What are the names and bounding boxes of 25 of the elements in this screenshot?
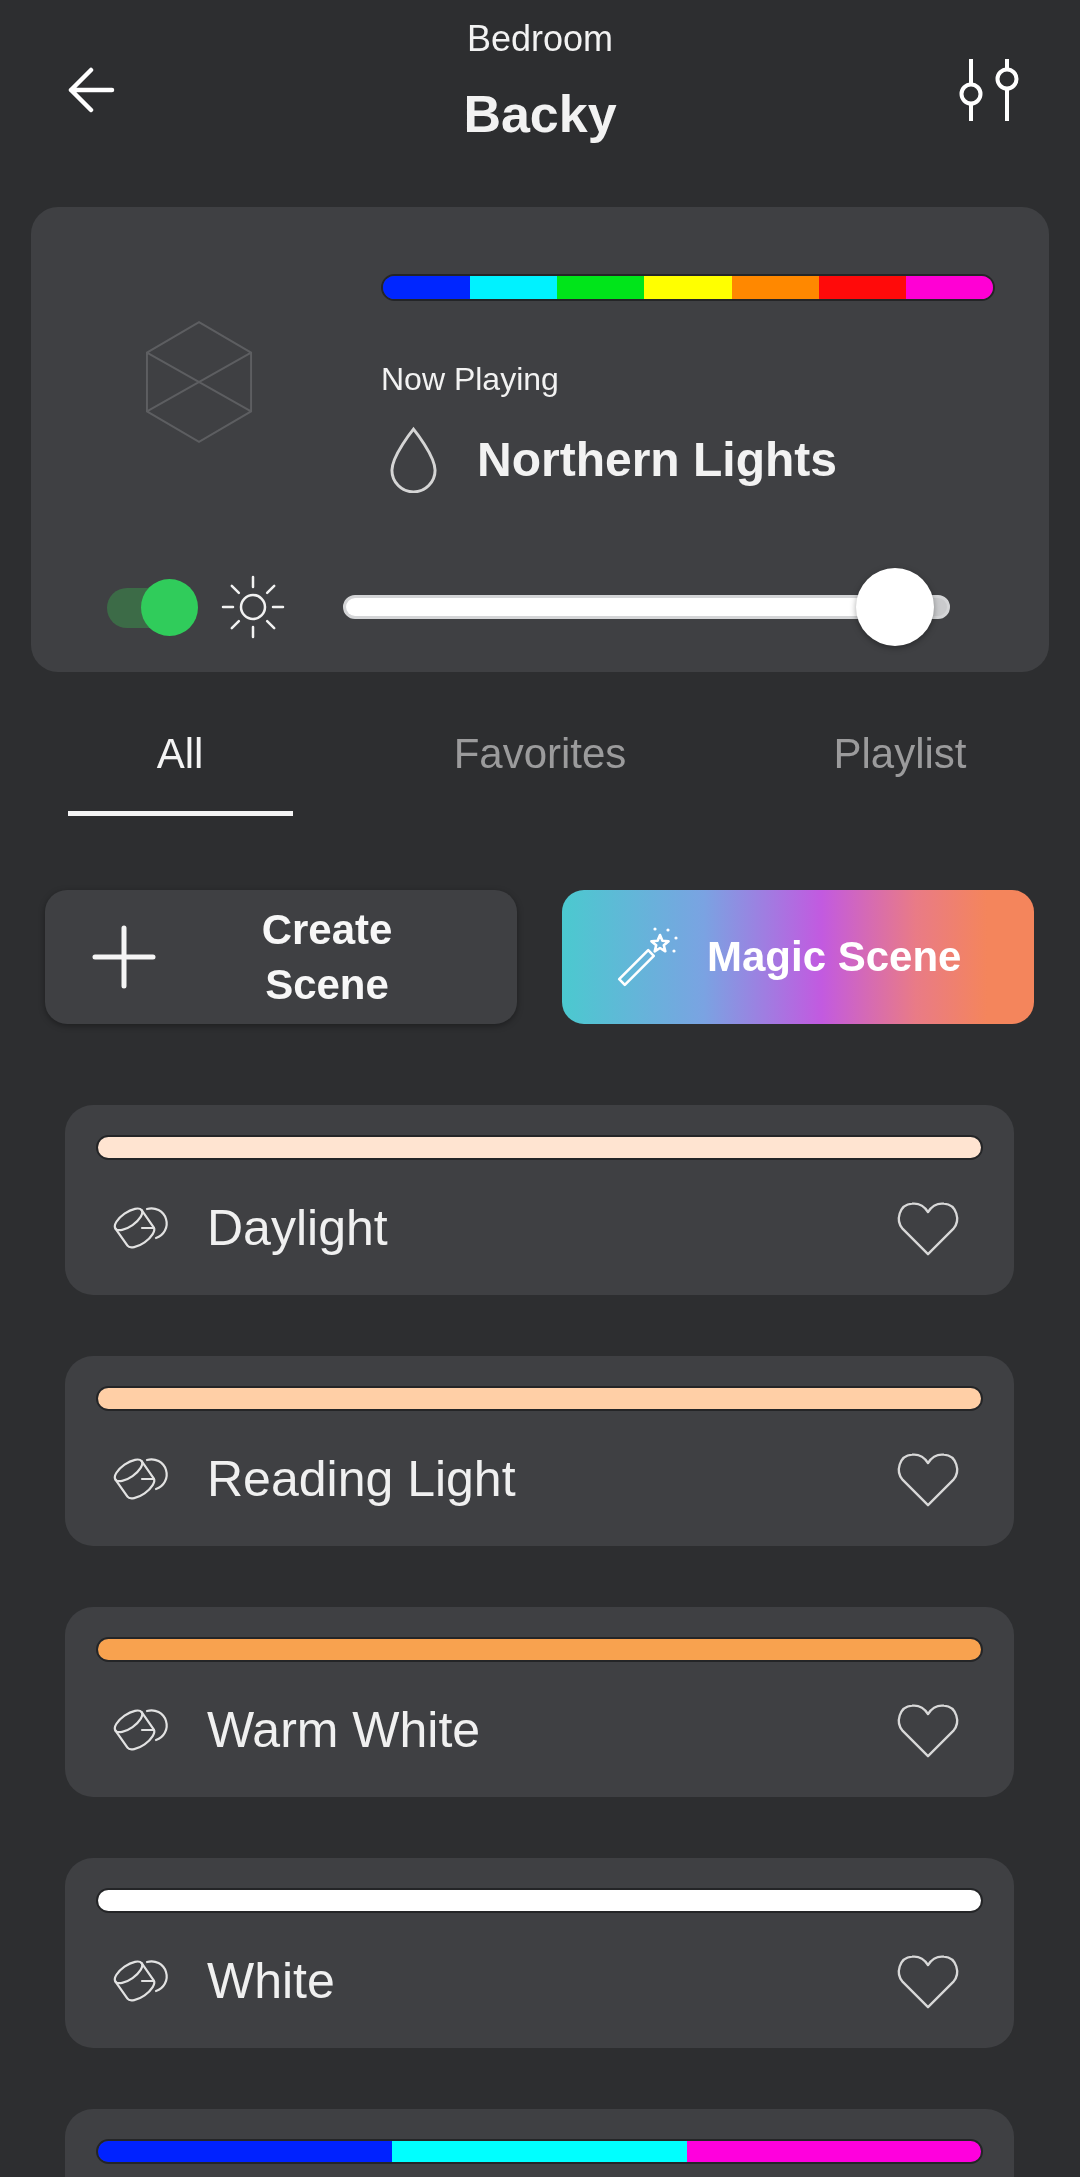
settings-sliders-icon[interactable] [959,59,1019,121]
tab[interactable]: All [67,729,293,817]
sun-icon [220,574,286,641]
create-scene-button[interactable]: Create Scene [45,890,517,1025]
scene-card[interactable]: Reading Light [65,1356,1014,1547]
current-scene-name: Northern Lights [477,432,837,489]
tab[interactable]: Favorites [427,729,653,817]
scene-card[interactable]: White [65,1858,1014,2049]
plus-icon [92,925,156,990]
now-playing-label: Now Playing [381,360,559,399]
scene-card[interactable]: Warm White [65,1607,1014,1798]
back-arrow-icon[interactable] [67,67,115,113]
power-toggle[interactable] [107,578,198,636]
scene-name: Reading Light [207,1449,517,1509]
tab[interactable]: Playlist [787,729,1013,817]
room-name: Bedroom [466,17,614,61]
scene-card[interactable] [65,2109,1014,2177]
scene-card[interactable]: Daylight [65,1105,1014,1296]
hexagon-cube-icon [145,320,255,444]
scene-name: Warm White [207,1700,482,1760]
device-name: Backy [463,84,617,146]
scene-name: White [207,1951,336,2011]
scene-name: Daylight [207,1198,389,1258]
brightness-slider[interactable] [343,568,950,647]
water-drop-icon [388,426,439,494]
